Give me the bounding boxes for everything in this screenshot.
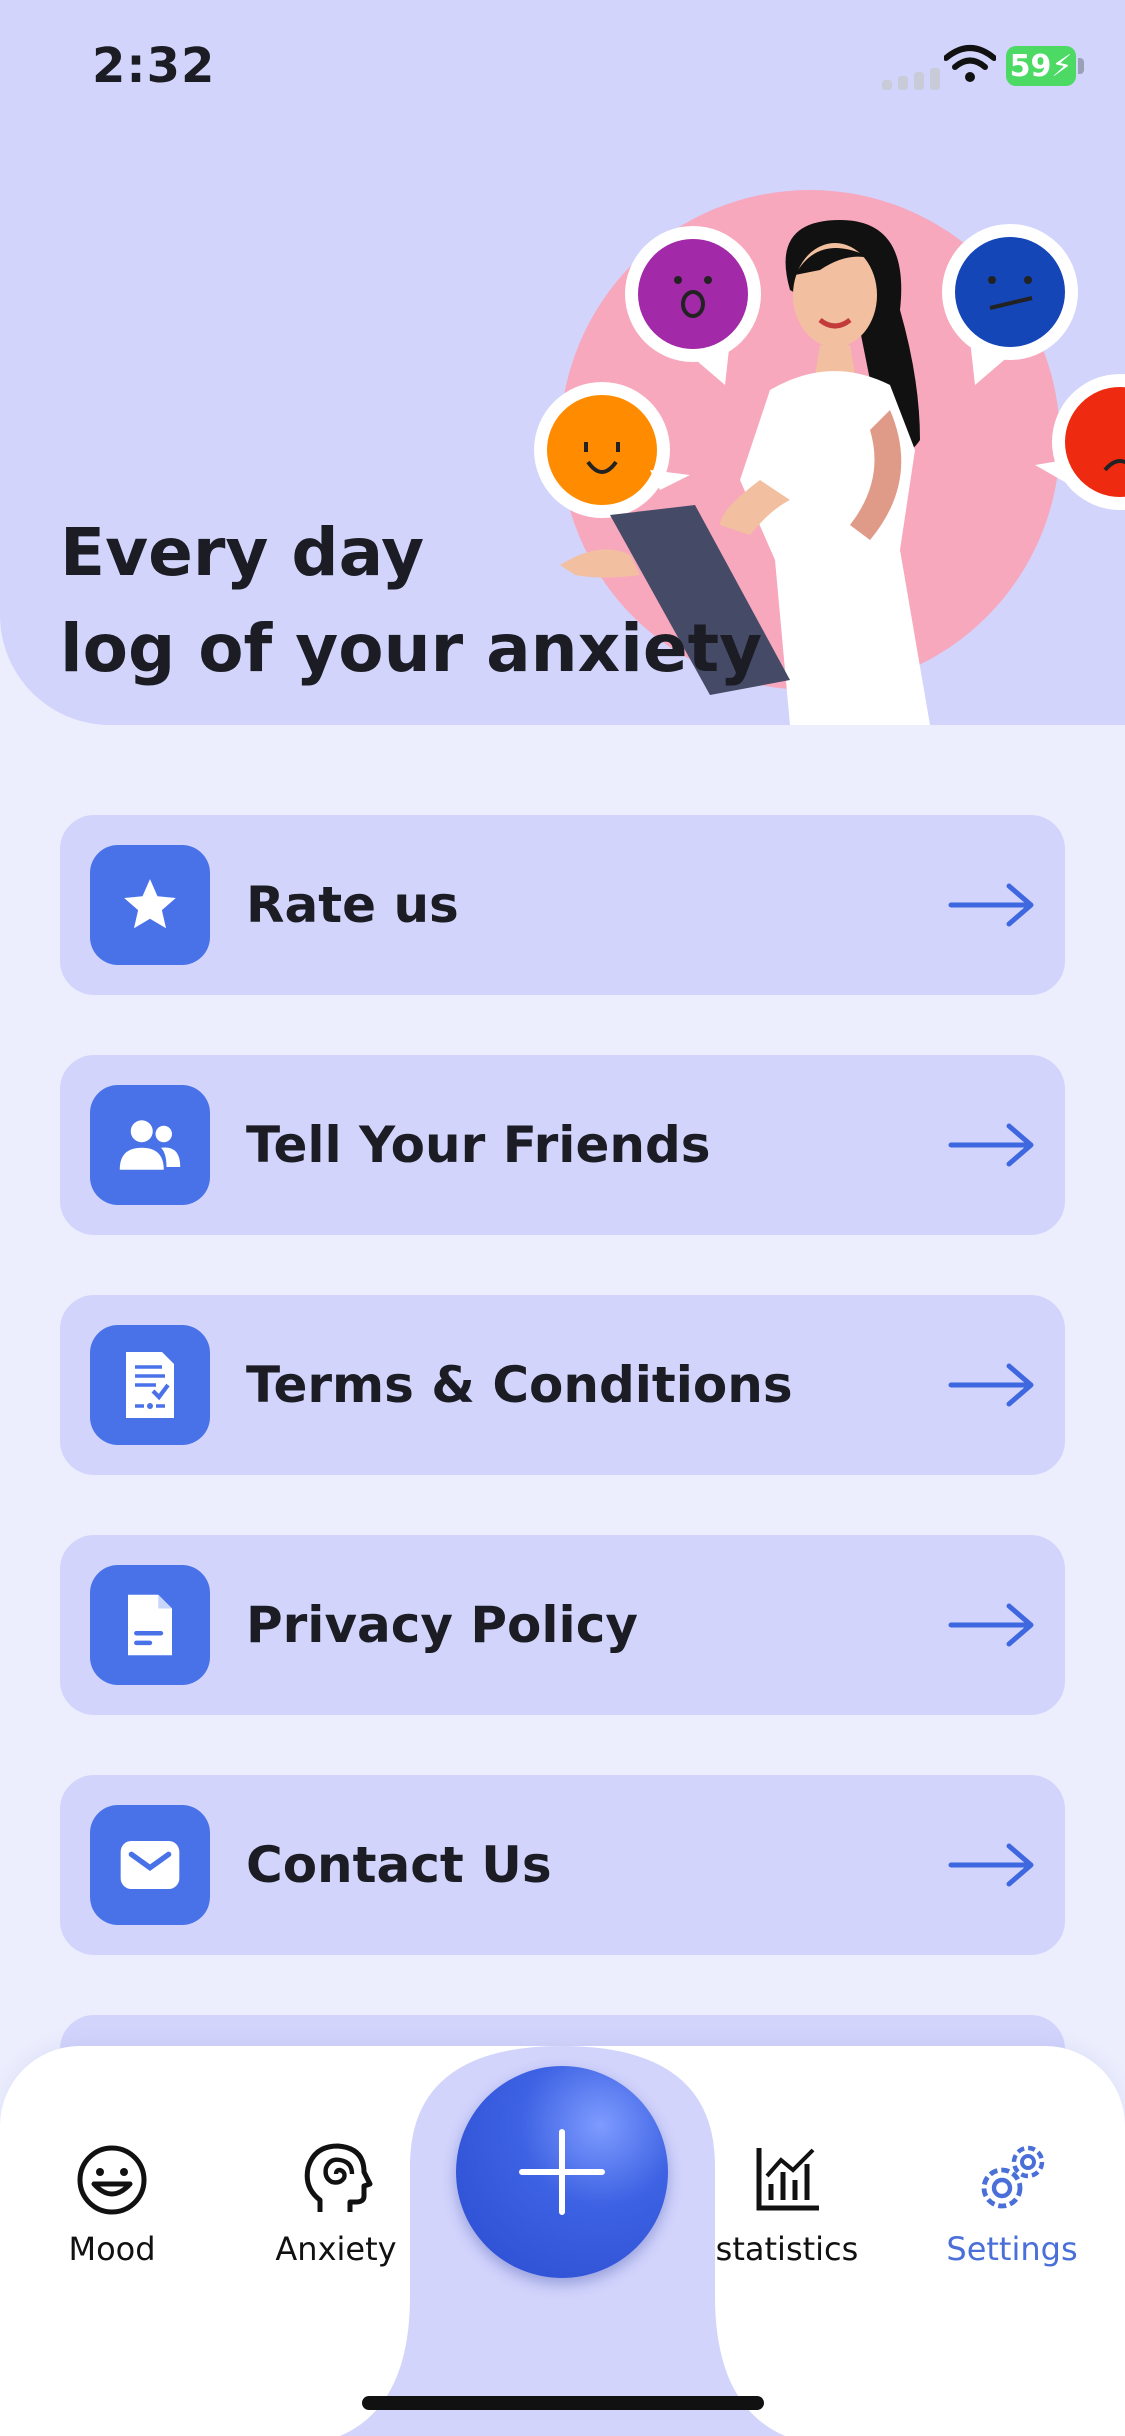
hero-title-line2: log of your anxiety xyxy=(60,610,763,687)
tab-mood[interactable]: Mood xyxy=(17,2140,207,2268)
file-icon xyxy=(90,1565,210,1685)
home-indicator[interactable] xyxy=(362,2396,764,2410)
tell-your-friends-item[interactable]: Tell Your Friends xyxy=(60,1055,1065,1235)
smile-icon xyxy=(77,2145,147,2215)
status-bar: 2:32 59 ⚡ xyxy=(0,0,1125,140)
settings-menu: Rate us Tell Your Friends Terms & Condit… xyxy=(60,815,1065,2095)
tab-label: Anxiety xyxy=(275,2230,397,2268)
cellular-signal-icon xyxy=(882,68,940,90)
arrow-right-icon xyxy=(948,1123,1034,1167)
mail-icon xyxy=(90,1805,210,1925)
menu-label: Tell Your Friends xyxy=(246,1116,711,1174)
document-check-icon xyxy=(90,1325,210,1445)
charging-icon: ⚡ xyxy=(1051,48,1073,84)
arrow-right-icon xyxy=(948,1603,1034,1647)
rate-us-item[interactable]: Rate us xyxy=(60,815,1065,995)
status-time: 2:32 xyxy=(92,38,216,94)
friends-icon xyxy=(90,1085,210,1205)
wifi-icon xyxy=(944,45,996,82)
star-icon xyxy=(90,845,210,965)
add-entry-button[interactable] xyxy=(456,2066,668,2278)
terms-conditions-item[interactable]: Terms & Conditions xyxy=(60,1295,1065,1475)
hero-title-line1: Every day xyxy=(60,514,425,591)
privacy-policy-item[interactable]: Privacy Policy xyxy=(60,1535,1065,1715)
tab-label: Mood xyxy=(68,2230,156,2268)
arrow-right-icon xyxy=(948,1843,1034,1887)
arrow-right-icon xyxy=(948,883,1034,927)
arrow-right-icon xyxy=(948,1363,1034,1407)
menu-label: Rate us xyxy=(246,876,459,934)
tab-label: Settings xyxy=(946,2230,1078,2268)
hero-title: Every day log of your anxiety xyxy=(60,505,762,697)
gears-icon xyxy=(981,2145,1045,2209)
tab-statistics[interactable]: statistics xyxy=(692,2140,882,2268)
menu-label: Contact Us xyxy=(246,1836,552,1894)
tab-settings[interactable]: Settings xyxy=(917,2140,1107,2268)
battery-level: 59 xyxy=(1009,48,1052,84)
head-spiral-icon xyxy=(304,2143,373,2212)
tab-anxiety[interactable]: Anxiety xyxy=(241,2140,431,2268)
contact-us-item[interactable]: Contact Us xyxy=(60,1775,1065,1955)
menu-label: Privacy Policy xyxy=(246,1596,638,1654)
menu-label: Terms & Conditions xyxy=(246,1356,793,1414)
battery-nub xyxy=(1078,58,1084,74)
plus-icon xyxy=(519,2129,605,2215)
tab-label: statistics xyxy=(715,2230,859,2268)
battery-icon: 59 ⚡ xyxy=(1006,46,1076,86)
bar-chart-icon xyxy=(756,2148,819,2211)
